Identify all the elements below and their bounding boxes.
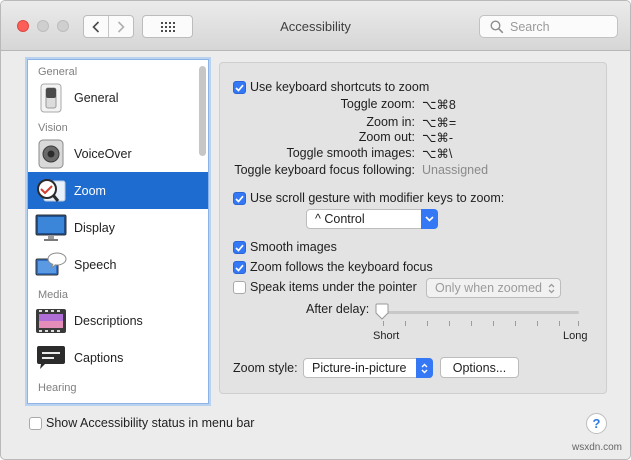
sidebar-item-general[interactable]: General — [28, 79, 208, 116]
shortcut-key-zoom-in: ⌥⌘= — [422, 116, 457, 130]
sidebar-item-captions[interactable]: Captions — [28, 339, 208, 376]
smooth-images-label: Smooth images — [250, 240, 337, 254]
category-sidebar[interactable]: General General Vision VoiceOver Zoom Di… — [27, 59, 209, 404]
slider-tick — [578, 321, 579, 326]
checkmark-icon — [235, 264, 244, 272]
shortcut-label-zoom-in: Zoom in: — [366, 115, 415, 129]
preferences-window: Accessibility Search General General Vis… — [0, 0, 631, 460]
smooth-images-checkbox[interactable] — [233, 241, 246, 254]
sidebar-item-label: Speech — [74, 257, 117, 272]
sidebar-item-label: General — [74, 90, 119, 105]
slider-knob-icon — [375, 303, 389, 320]
options-button[interactable]: Options... — [440, 357, 519, 378]
sidebar-item-label: Descriptions — [74, 313, 143, 328]
slider-tick — [559, 321, 560, 326]
menu-bar-status-checkbox[interactable] — [29, 417, 42, 430]
up-down-arrows-icon — [548, 283, 555, 294]
follow-focus-label: Zoom follows the keyboard focus — [250, 260, 433, 274]
modifier-key-value: ^ Control — [315, 212, 365, 226]
shortcuts-checkbox[interactable] — [233, 81, 246, 94]
shortcut-key-smooth-images: ⌥⌘\ — [422, 147, 453, 161]
checkmark-icon — [235, 244, 244, 252]
shortcut-label-zoom-out: Zoom out: — [358, 130, 415, 144]
modifier-key-popup[interactable]: ^ Control — [306, 209, 438, 229]
checkmark-icon — [235, 84, 244, 92]
shortcut-key-toggle-zoom: ⌥⌘8 — [422, 98, 456, 112]
speak-items-checkbox[interactable] — [233, 281, 246, 294]
delay-min-label: Short — [373, 330, 400, 342]
slider-tick — [449, 321, 450, 326]
delay-slider-track[interactable] — [381, 311, 579, 314]
sidebar-item-voiceover[interactable]: VoiceOver — [28, 135, 208, 172]
popup-arrow-box — [416, 358, 433, 378]
checkmark-icon — [235, 195, 244, 203]
watermark: wsxdn.com — [571, 442, 622, 453]
chevron-down-icon — [425, 216, 434, 222]
sidebar-item-label: Zoom — [74, 183, 106, 198]
search-placeholder: Search — [510, 19, 550, 34]
slider-tick — [383, 321, 384, 326]
sidebar-section-vision: Vision — [38, 122, 68, 134]
shortcut-label-smooth-images: Toggle smooth images: — [286, 146, 415, 160]
sidebar-section-hearing: Hearing — [38, 382, 77, 394]
shortcut-label-toggle-zoom: Toggle zoom: — [340, 97, 415, 111]
delay-slider-knob[interactable] — [375, 303, 389, 320]
speaker-icon — [35, 138, 67, 170]
slider-tick — [537, 321, 538, 326]
search-field[interactable]: Search — [479, 15, 618, 38]
switch-icon — [35, 82, 67, 114]
search-icon — [490, 20, 504, 34]
sidebar-item-zoom[interactable]: Zoom — [28, 172, 208, 209]
film-icon — [35, 305, 67, 337]
popup-arrow-box — [421, 209, 438, 229]
shortcut-label-focus-following: Toggle keyboard focus following: — [234, 163, 415, 177]
caption-bubble-icon — [35, 342, 67, 374]
speak-mode-popup[interactable]: Only when zoomed — [426, 278, 561, 298]
sidebar-item-label: Display — [74, 220, 115, 235]
help-button[interactable]: ? — [586, 413, 607, 434]
sidebar-item-label: Captions — [74, 350, 124, 365]
delay-max-label: Long — [563, 330, 588, 342]
slider-tick — [493, 321, 494, 326]
slider-tick — [427, 321, 428, 326]
speak-mode-value: Only when zoomed — [435, 281, 543, 295]
up-down-arrows-icon — [421, 363, 428, 373]
magnifier-icon — [35, 175, 67, 207]
scroll-gesture-label: Use scroll gesture with modifier keys to… — [250, 191, 505, 205]
zoom-style-value: Picture-in-picture — [312, 361, 407, 375]
shortcut-key-zoom-out: ⌥⌘- — [422, 131, 454, 145]
follow-focus-checkbox[interactable] — [233, 261, 246, 274]
shortcuts-label: Use keyboard shortcuts to zoom — [250, 80, 430, 94]
scroll-gesture-checkbox[interactable] — [233, 192, 246, 205]
sidebar-section-media: Media — [38, 289, 68, 301]
slider-tick — [471, 321, 472, 326]
sidebar-item-label: VoiceOver — [74, 146, 132, 161]
zoom-style-label: Zoom style: — [233, 361, 298, 375]
zoom-style-popup[interactable]: Picture-in-picture — [303, 358, 433, 378]
monitor-icon — [35, 212, 67, 244]
menu-bar-status-label: Show Accessibility status in menu bar — [46, 416, 255, 430]
sidebar-item-display[interactable]: Display — [28, 209, 208, 246]
speech-bubble-icon — [35, 249, 67, 281]
sidebar-item-descriptions[interactable]: Descriptions — [28, 302, 208, 339]
speak-items-label: Speak items under the pointer — [250, 280, 417, 294]
sidebar-section-general: General — [38, 66, 78, 78]
shortcut-key-focus-following[interactable]: Unassigned — [422, 163, 488, 177]
slider-tick — [405, 321, 406, 326]
title-bar: Accessibility Search — [1, 1, 630, 51]
slider-tick — [515, 321, 516, 326]
delay-label: After delay: — [306, 302, 370, 316]
sidebar-item-speech[interactable]: Speech — [28, 246, 208, 283]
